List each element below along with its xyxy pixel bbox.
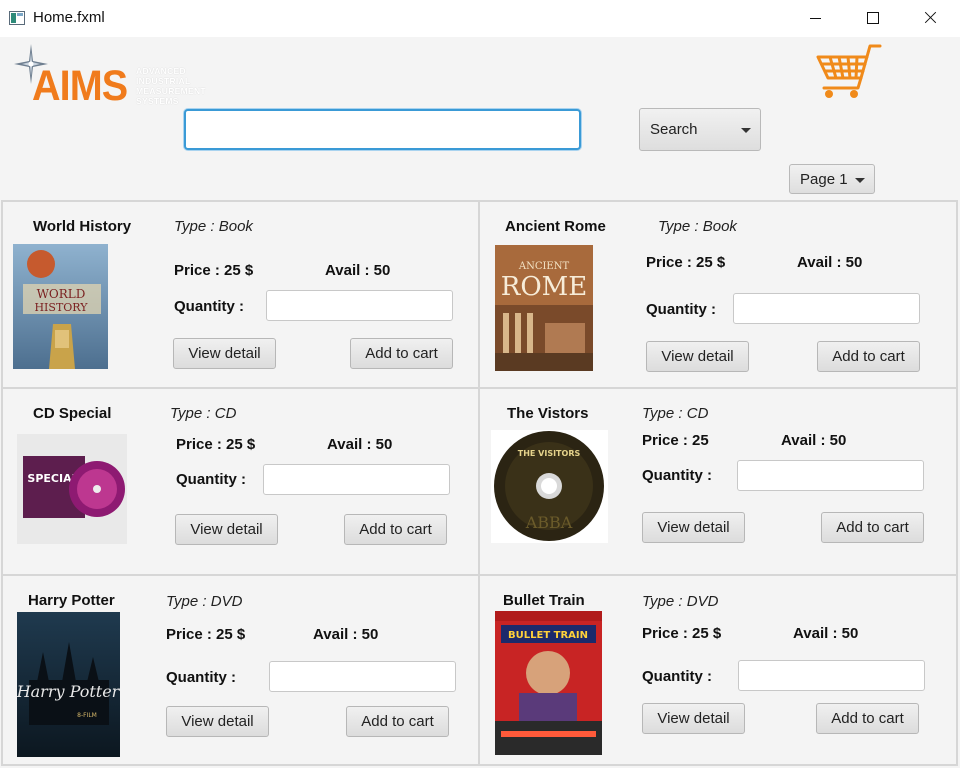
product-image: BULLET TRAIN (495, 611, 602, 755)
svg-text:ABBA: ABBA (525, 513, 573, 532)
product-availability: Avail : 50 (327, 436, 393, 453)
product-card: Bullet Train BULLET TRAIN Type : DVD Pri… (478, 574, 958, 766)
view-detail-button[interactable]: View detail (642, 703, 745, 734)
minimize-button[interactable] (786, 0, 844, 37)
product-image: SPECIAL (17, 434, 127, 544)
add-to-cart-button[interactable]: Add to cart (821, 512, 924, 543)
page-label: Page 1 (800, 171, 848, 188)
search-type-label: Search (650, 121, 698, 138)
product-type: Type : DVD (642, 593, 719, 610)
svg-text:THE VISITORS: THE VISITORS (518, 449, 581, 458)
search-type-dropdown[interactable]: Search (639, 108, 761, 151)
quantity-input[interactable] (269, 661, 456, 692)
product-availability: Avail : 50 (797, 254, 863, 271)
quantity-input[interactable] (737, 460, 924, 491)
product-price: Price : 25 $ (166, 626, 246, 643)
add-to-cart-button[interactable]: Add to cart (817, 341, 920, 372)
product-card: World History WORLD HISTORY Type : Book … (1, 200, 480, 389)
product-card: Harry Potter Harry Potter 8-FILM Type : … (1, 574, 480, 766)
product-card: The Vistors THE VISITORS ABBA Type : CD … (478, 387, 958, 576)
chevron-down-icon (855, 178, 865, 183)
quantity-label: Quantity : (642, 668, 712, 685)
quantity-input[interactable] (266, 290, 453, 321)
product-price: Price : 25 (642, 432, 709, 449)
svg-text:WORLD: WORLD (37, 287, 86, 301)
quantity-input[interactable] (738, 660, 925, 691)
product-card: CD Special SPECIAL Type : CD Price : 25 … (1, 387, 480, 576)
svg-text:Harry Potter: Harry Potter (17, 682, 120, 701)
search-input[interactable] (184, 109, 581, 150)
add-to-cart-button[interactable]: Add to cart (816, 703, 919, 734)
quantity-label: Quantity : (642, 467, 712, 484)
quantity-label: Quantity : (174, 298, 244, 315)
svg-text:8-FILM: 8-FILM (77, 712, 97, 719)
product-type: Type : CD (170, 405, 237, 422)
product-type: Type : CD (642, 405, 709, 422)
add-to-cart-button[interactable]: Add to cart (350, 338, 453, 369)
product-type: Type : Book (174, 218, 253, 235)
aims-logo: AIMS ADVANCED INDUSTRIAL MEASUREMENT SYS… (12, 42, 217, 110)
quantity-label: Quantity : (646, 301, 716, 318)
add-to-cart-button[interactable]: Add to cart (346, 706, 449, 737)
product-availability: Avail : 50 (325, 262, 391, 279)
product-price: Price : 25 $ (174, 262, 254, 279)
logo-text: AIMS (32, 62, 128, 110)
product-name: Bullet Train (503, 592, 585, 609)
svg-text:ANCIENT: ANCIENT (518, 261, 570, 272)
quantity-input[interactable] (733, 293, 920, 324)
close-button[interactable] (902, 0, 960, 37)
chevron-down-icon (741, 128, 751, 133)
product-name: CD Special (33, 405, 112, 422)
view-detail-button[interactable]: View detail (175, 514, 278, 545)
product-price: Price : 25 $ (176, 436, 256, 453)
product-price: Price : 25 $ (646, 254, 726, 271)
quantity-label: Quantity : (176, 471, 246, 488)
product-name: World History (33, 218, 132, 235)
logo-subtitle: ADVANCED INDUSTRIAL MEASUREMENT SYSTEMS (136, 66, 206, 106)
app-icon (9, 11, 25, 25)
product-name: The Vistors (507, 405, 589, 422)
product-availability: Avail : 50 (793, 625, 859, 642)
product-availability: Avail : 50 (313, 626, 379, 643)
product-image: Harry Potter 8-FILM (17, 612, 120, 757)
product-card: Ancient Rome ANCIENT ROME Type : Book Pr… (478, 200, 958, 389)
product-image: ANCIENT ROME (495, 245, 593, 371)
view-detail-button[interactable]: View detail (646, 341, 749, 372)
product-type: Type : DVD (166, 593, 243, 610)
app-window: Home.fxml AIMS ADVANCED INDUSTRIAL MEASU… (0, 0, 960, 768)
view-detail-button[interactable]: View detail (166, 706, 269, 737)
product-name: Ancient Rome (505, 218, 606, 235)
page-dropdown[interactable]: Page 1 (789, 164, 875, 194)
quantity-label: Quantity : (166, 669, 236, 686)
svg-text:ROME: ROME (501, 272, 588, 302)
quantity-input[interactable] (263, 464, 450, 495)
svg-text:HISTORY: HISTORY (34, 301, 88, 314)
product-price: Price : 25 $ (642, 625, 722, 642)
product-type: Type : Book (658, 218, 737, 235)
view-detail-button[interactable]: View detail (642, 512, 745, 543)
product-image: WORLD HISTORY (13, 244, 108, 369)
window-title: Home.fxml (33, 9, 105, 26)
add-to-cart-button[interactable]: Add to cart (344, 514, 447, 545)
product-name: Harry Potter (28, 592, 115, 609)
maximize-button[interactable] (844, 0, 902, 37)
product-availability: Avail : 50 (781, 432, 847, 449)
shopping-cart-icon[interactable] (812, 42, 884, 102)
product-image: THE VISITORS ABBA (491, 430, 608, 543)
svg-text:BULLET TRAIN: BULLET TRAIN (508, 630, 588, 641)
title-bar: Home.fxml (0, 0, 960, 37)
product-grid: World History WORLD HISTORY Type : Book … (1, 200, 958, 766)
view-detail-button[interactable]: View detail (173, 338, 276, 369)
